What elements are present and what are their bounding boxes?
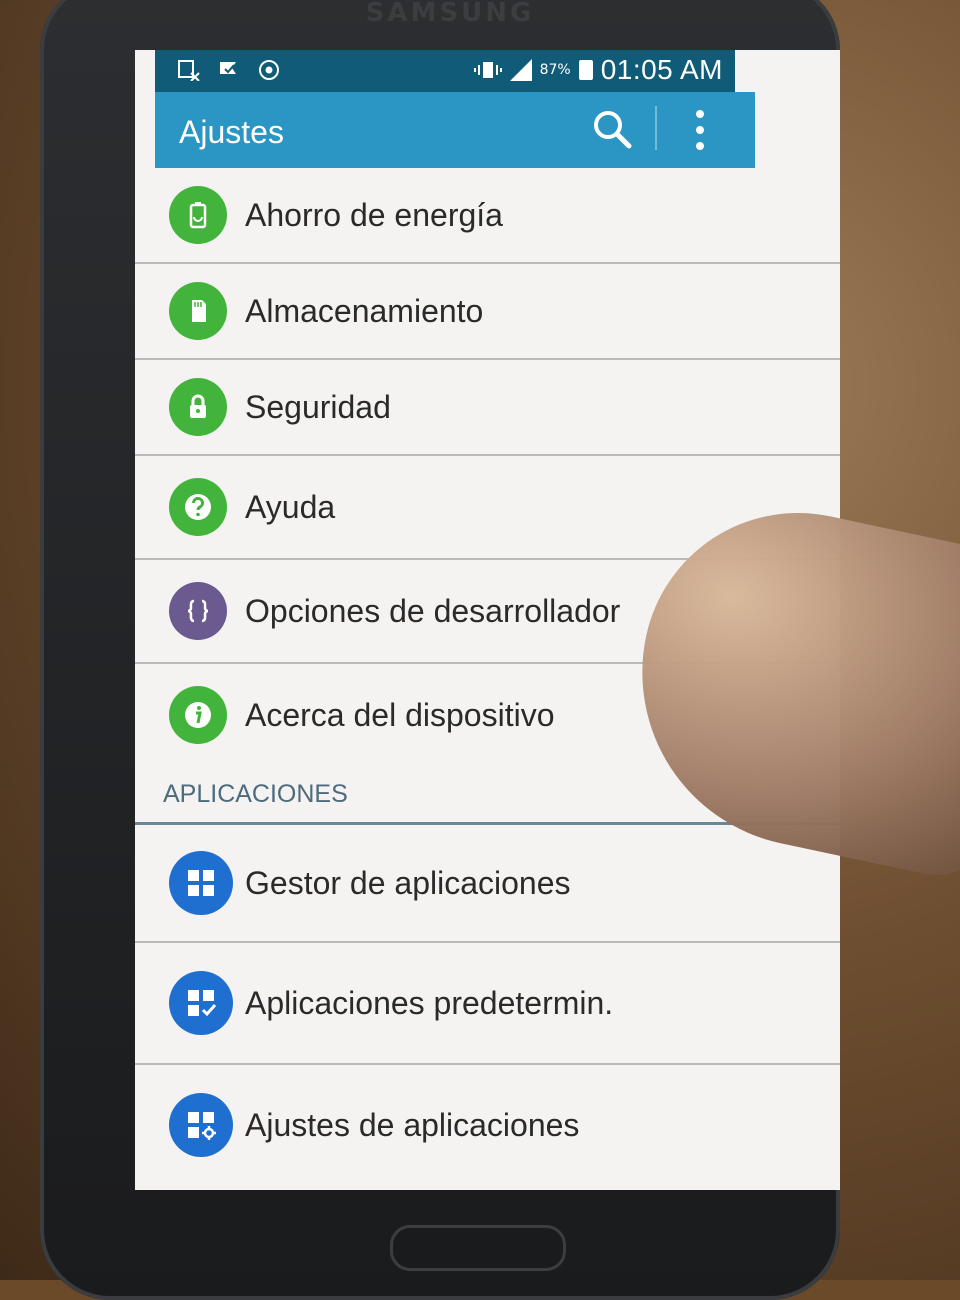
- brand-logo: SAMSUNG: [365, 0, 535, 28]
- list-item-ahorro-de-energia[interactable]: Ahorro de energía: [135, 168, 840, 264]
- flag-check-icon: [217, 59, 241, 81]
- section-label: APLICACIONES: [163, 780, 348, 808]
- home-button[interactable]: [390, 1225, 566, 1271]
- status-time: 01:05 AM: [600, 54, 723, 85]
- app-bar: Ajustes: [155, 92, 755, 168]
- list-item-gestor-de-aplicaciones[interactable]: Gestor de aplicaciones: [135, 825, 840, 943]
- list-item-almacenamiento[interactable]: Almacenamiento: [135, 264, 840, 360]
- sd-card-icon: [169, 282, 227, 340]
- info-icon: [169, 686, 227, 744]
- list-item-ajustes-de-aplicaciones[interactable]: Ajustes de aplicaciones: [135, 1065, 840, 1185]
- braces-icon: [169, 582, 227, 640]
- app-grid-gear-icon: [169, 1093, 233, 1157]
- list-item-label: Seguridad: [245, 388, 391, 425]
- list-item-label: Opciones de desarrollador: [245, 592, 621, 629]
- list-item-label: Ajustes de aplicaciones: [245, 1106, 580, 1143]
- more-options-icon: [696, 110, 704, 150]
- status-system: 87% 01:05 AM: [473, 54, 723, 86]
- list-item-label: Gestor de aplicaciones: [245, 864, 571, 901]
- app-grid-check-icon: [169, 971, 233, 1035]
- page-title: Ajustes: [179, 114, 284, 150]
- battery-icon: [578, 60, 593, 80]
- list-item-label: Ahorro de energía: [245, 196, 503, 233]
- search-button[interactable]: [587, 104, 637, 154]
- list-item-aplicaciones-predeterminadas[interactable]: Aplicaciones predetermin.: [135, 943, 840, 1065]
- list-item-label: Almacenamiento: [245, 292, 484, 329]
- app-grid-icon: [169, 851, 233, 915]
- list-item-seguridad[interactable]: Seguridad: [135, 360, 840, 456]
- signal-icon: [509, 59, 532, 81]
- battery-percent: 87%: [539, 62, 571, 78]
- chrome-icon: [257, 59, 281, 81]
- list-item-label: Ayuda: [245, 488, 336, 525]
- battery-saver-icon: [169, 186, 227, 244]
- help-icon: [169, 478, 227, 536]
- status-bar: 87% 01:05 AM: [155, 50, 735, 92]
- storage-notification-icon: [177, 59, 201, 82]
- search-icon: [594, 111, 632, 149]
- list-item-label: Aplicaciones predetermin.: [245, 984, 614, 1021]
- lock-icon: [169, 378, 227, 436]
- app-bar-divider: [655, 106, 657, 150]
- vibrate-icon: [473, 60, 502, 80]
- status-notifications: [177, 59, 281, 82]
- more-options-button[interactable]: [685, 102, 715, 158]
- list-item-label: Acerca del dispositivo: [245, 696, 555, 733]
